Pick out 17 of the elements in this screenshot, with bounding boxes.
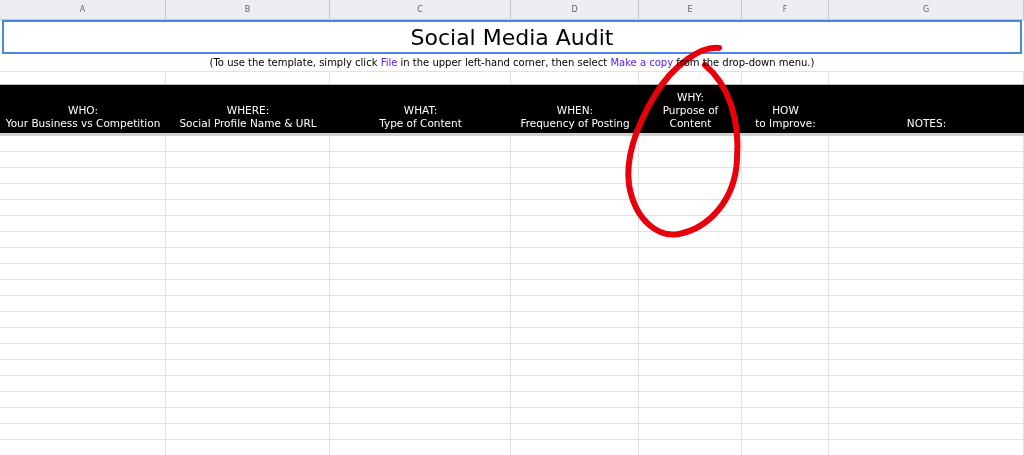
column-header[interactable]: E — [639, 0, 742, 19]
column-heading: WHO: Your Business vs Competition — [4, 103, 162, 131]
column-header[interactable]: F — [742, 0, 829, 19]
column-heading: WHAT: Type of Content — [378, 103, 463, 131]
column-heading: HOW to Improve: — [754, 103, 817, 131]
column-header[interactable]: G — [829, 0, 1024, 19]
column-heading: NOTES: — [905, 116, 948, 131]
column-header[interactable]: B — [166, 0, 330, 19]
instruction-link[interactable]: File — [380, 57, 398, 68]
column-header[interactable]: A — [0, 0, 166, 19]
column-header[interactable]: C — [330, 0, 511, 19]
column-heading: WHEN: Frequency of Posting — [519, 103, 631, 131]
instruction-link[interactable]: Make a copy — [610, 57, 674, 68]
sheet-title: Social Media Audit — [2, 20, 1022, 54]
column-heading: WHY: Purpose of Content — [661, 90, 720, 131]
column-header[interactable]: D — [511, 0, 639, 19]
column-heading: WHERE: Social Profile Name & URL — [178, 103, 318, 131]
